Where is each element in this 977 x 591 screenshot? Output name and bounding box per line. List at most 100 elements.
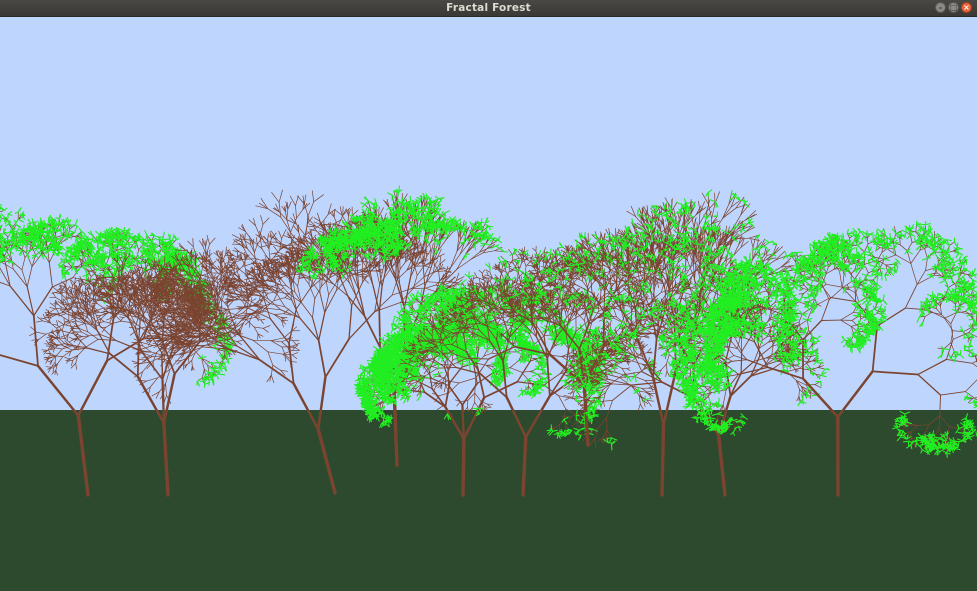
- tree-branch: [49, 302, 56, 308]
- tree-leaf: [167, 240, 175, 243]
- tree-branch: [26, 266, 33, 288]
- tree-leaf: [48, 235, 54, 238]
- tree-leaf: [4, 223, 10, 227]
- close-button[interactable]: ×: [961, 2, 972, 13]
- tree-leaf: [25, 249, 31, 252]
- tree-branch: [48, 262, 53, 288]
- tree-branch: [55, 355, 64, 357]
- tree-branch: [49, 306, 56, 310]
- tree-leaf: [53, 246, 56, 252]
- tree-branch: [86, 347, 111, 355]
- tree-leaf: [88, 257, 90, 265]
- fractal-forest: [0, 185, 977, 497]
- tree-branch: [49, 343, 54, 346]
- minimize-button[interactable]: –: [935, 2, 946, 13]
- minimize-icon: –: [939, 3, 943, 12]
- tree-leaf: [64, 275, 67, 281]
- tree-leaf: [96, 268, 101, 272]
- tree-branch: [104, 285, 106, 290]
- tree-leaf: [7, 242, 15, 246]
- tree-leaf: [147, 256, 154, 259]
- tree-leaf: [153, 235, 160, 238]
- tree-leaf: [69, 251, 72, 257]
- tree-branch: [57, 303, 63, 309]
- tree-branch: [55, 348, 63, 357]
- tree-branch: [55, 370, 58, 376]
- tree-leaf: [75, 236, 77, 242]
- tree-leaf: [215, 374, 220, 380]
- tree-branch: [47, 354, 52, 357]
- tree-leaf: [47, 216, 50, 222]
- tree-leaf: [0, 213, 5, 218]
- window-controls: – □ ×: [935, 2, 972, 13]
- tree-branch: [36, 331, 47, 335]
- tree-leaf: [51, 231, 54, 237]
- tree-branch: [41, 349, 48, 351]
- canvas-scene: [0, 17, 977, 591]
- tree-leaf: [57, 261, 63, 266]
- tree-leaf: [211, 371, 214, 378]
- tree-leaf: [0, 217, 3, 224]
- tree-leaf: [82, 255, 85, 262]
- tree-branch: [36, 364, 80, 417]
- tree-branch: [48, 349, 51, 354]
- tree-branch: [99, 277, 106, 279]
- tree-leaf: [7, 213, 13, 216]
- tree-branch: [201, 369, 205, 379]
- tree-branch: [57, 356, 64, 365]
- tree-leaf: [64, 226, 67, 232]
- tree-branch: [0, 354, 39, 367]
- tree-leaf: [218, 373, 226, 376]
- window-title: Fractal Forest: [446, 2, 531, 14]
- tree-leaf: [28, 246, 31, 252]
- tree-leaf: [126, 242, 133, 246]
- tree-leaf: [169, 234, 171, 240]
- tree-branch: [48, 367, 55, 369]
- tree-branch: [33, 286, 54, 317]
- tree-branch: [45, 366, 52, 368]
- tree-leaf: [74, 226, 78, 234]
- tree-leaf: [171, 235, 175, 241]
- tree-branch: [162, 421, 170, 497]
- tree-leaf: [163, 238, 171, 241]
- tree-branch: [45, 345, 51, 347]
- tree-leaf: [197, 264, 201, 272]
- tree-leaf: [0, 204, 3, 206]
- tree-leaf: [60, 258, 66, 261]
- tree-leaf: [27, 218, 32, 224]
- tree-branch: [76, 413, 90, 497]
- tree-branch: [201, 357, 212, 364]
- tree-branch: [56, 320, 59, 326]
- tree-branch: [21, 269, 28, 288]
- tree-leaf: [17, 218, 25, 223]
- tree-leaf: [67, 219, 72, 225]
- tree-leaf: [144, 229, 148, 237]
- tree-branch: [77, 359, 109, 417]
- tree-leaf: [37, 241, 39, 247]
- tree-branch: [36, 316, 43, 322]
- tree-leaf: [227, 357, 233, 360]
- tree-leaf: [208, 371, 213, 374]
- close-icon: ×: [963, 3, 970, 12]
- tree-leaf: [74, 218, 78, 226]
- tree-leaf: [84, 246, 87, 251]
- tree-branch: [142, 337, 173, 340]
- tree-branch: [81, 289, 83, 295]
- maximize-icon: □: [950, 3, 958, 12]
- tree-leaf: [61, 266, 64, 273]
- tree-leaf: [21, 240, 27, 243]
- tree-branch: [36, 320, 43, 323]
- tree-leaf: [128, 255, 136, 257]
- tree-branch: [0, 210, 5, 213]
- tree-branch: [52, 323, 59, 326]
- tree-leaf: [199, 380, 205, 383]
- maximize-button[interactable]: □: [948, 2, 959, 13]
- title-bar[interactable]: Fractal Forest – □ ×: [0, 0, 977, 17]
- tree-leaf: [95, 259, 98, 265]
- tree-leaf: [62, 272, 70, 275]
- tree-branch: [109, 352, 139, 378]
- tree-branch: [12, 268, 28, 288]
- tree-leaf: [162, 231, 165, 238]
- tree-branch: [55, 296, 63, 302]
- tree-branch: [21, 257, 26, 271]
